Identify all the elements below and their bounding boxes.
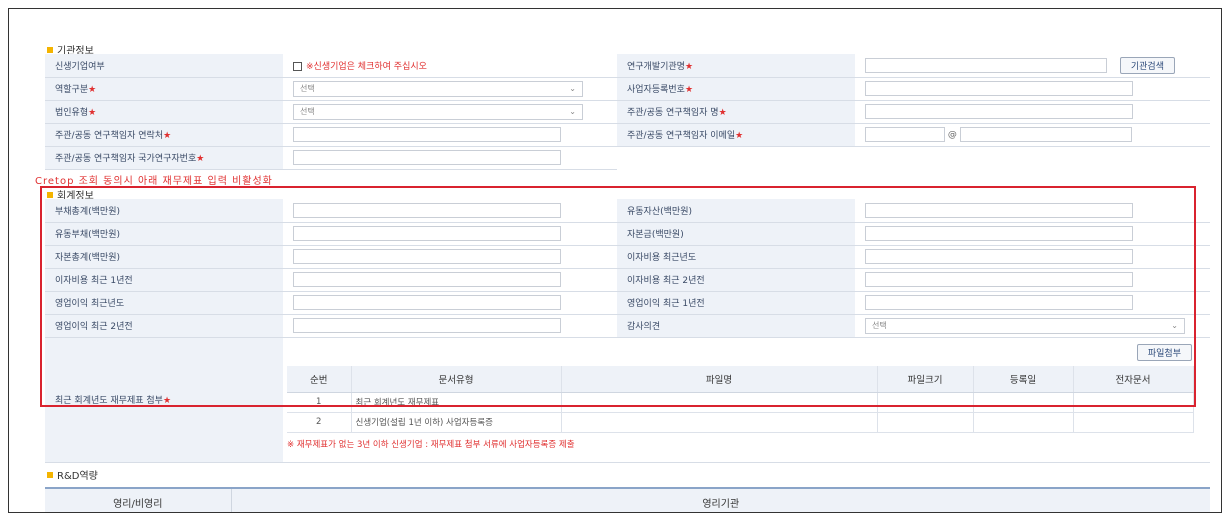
form-row: 부채총계(백만원) 유동자산(백만원) <box>45 199 1210 223</box>
row-number: 1 <box>287 392 352 413</box>
researcher-national-id-input[interactable] <box>293 150 561 165</box>
field-label: 주관/공동 연구책임자 국가연구자번호★ <box>45 146 283 170</box>
interest-1y-input[interactable] <box>293 272 561 287</box>
form-row: 주관/공동 연구책임자 연락처★ 주관/공동 연구책임자 이메일★ @ <box>45 123 1210 147</box>
rd-section-title-text: R&D역량 <box>57 471 98 482</box>
cretop-note: Cretop 조회 동의시 아래 재무제표 입력 비활성화 <box>35 176 273 187</box>
file-attach-button[interactable]: 파일첨부 <box>1136 343 1192 361</box>
section-bullet-icon <box>47 471 53 478</box>
op-income-1y-input[interactable] <box>865 295 1133 310</box>
corp-type-select[interactable]: 선택 ⌄ <box>293 103 583 120</box>
column-header: 영리/비영리 <box>45 487 232 512</box>
field-label: 자본총계(백만원) <box>45 245 283 269</box>
chevron-down-icon: ⌄ <box>569 107 576 116</box>
field-label: 유동자산(백만원) <box>617 199 855 223</box>
attachment-row: 최근 회계년도 재무제표 첨부★ 파일첨부 순번 문서유형 파일명 파일크기 등… <box>45 337 1210 463</box>
form-row: 이자비용 최근 1년전 이자비용 최근 2년전 <box>45 268 1210 292</box>
field-label: 이자비용 최근 2년전 <box>617 268 855 292</box>
email-id-input[interactable] <box>865 127 945 142</box>
accounting-info-table: 부채총계(백만원) 유동자산(백만원) 유동부채(백만원) 자본금(백만원) 자… <box>45 199 1210 463</box>
column-header: 등록일 <box>973 365 1074 393</box>
field-label: 주관/공동 연구책임자 이메일★ <box>617 123 855 147</box>
form-row: 자본총계(백만원) 이자비용 최근년도 <box>45 245 1210 269</box>
field-label: 주관/공동 연구책임자 연락처★ <box>45 123 283 147</box>
form-row: 영업이익 최근 2년전 감사의견 선택 ⌄ <box>45 314 1210 338</box>
column-header: 파일크기 <box>877 365 974 393</box>
field-label: 주관/공동 연구책임자 명★ <box>617 100 855 124</box>
total-liabilities-input[interactable] <box>293 202 561 218</box>
chevron-down-icon: ⌄ <box>1171 321 1178 330</box>
rd-section-title: R&D역량 <box>47 467 98 482</box>
startup-checkbox-note: ※신생기업은 체크하여 주십시오 <box>306 61 427 72</box>
field-label: 감사의견 <box>617 314 855 338</box>
current-assets-input[interactable] <box>865 202 1133 218</box>
field-label: 신생기업여부 <box>45 54 283 78</box>
role-select[interactable]: 선택 ⌄ <box>293 80 583 97</box>
field-label: 유동부채(백만원) <box>45 222 283 246</box>
field-label: 영업이익 최근 1년전 <box>617 291 855 315</box>
field-label: 자본금(백만원) <box>617 222 855 246</box>
form-row: 유동부채(백만원) 자본금(백만원) <box>45 222 1210 246</box>
op-income-2y-input[interactable] <box>293 318 561 333</box>
attachment-note: ※ 재무제표가 없는 3년 이하 신생기업 : 재무제표 첨부 서류에 사업자등… <box>287 439 575 450</box>
institution-search-button[interactable]: 기관검색 <box>1119 56 1175 74</box>
field-label: 부채총계(백만원) <box>45 199 283 223</box>
doc-type: 신생기업(설립 1년 이하) 사업자등록증 <box>351 412 562 433</box>
researcher-phone-input[interactable] <box>293 127 561 142</box>
clipped-header-text: · · · <box>239 8 259 13</box>
field-label: 영업이익 최근년도 <box>45 291 283 315</box>
field-label: 연구개발기관명★ <box>617 54 855 78</box>
attachment-header-row: 순번 문서유형 파일명 파일크기 등록일 전자문서 <box>287 365 1194 393</box>
section-bullet-icon <box>47 191 53 198</box>
chevron-down-icon: ⌄ <box>569 84 576 93</box>
column-header: 영리기관 <box>231 487 1210 512</box>
field-label: 이자비용 최근 1년전 <box>45 268 283 292</box>
column-header: 파일명 <box>561 365 878 393</box>
interest-latest-input[interactable] <box>865 249 1133 264</box>
startup-checkbox[interactable] <box>293 61 302 71</box>
rd-table: 영리/비영리 영리기관 <box>45 487 1210 512</box>
column-header: 문서유형 <box>351 365 562 393</box>
form-row: 영업이익 최근년도 영업이익 최근 1년전 <box>45 291 1210 315</box>
column-header: 순번 <box>287 365 352 393</box>
section-bullet-icon <box>47 46 53 53</box>
total-equity-input[interactable] <box>293 249 561 264</box>
attachment-table: 순번 문서유형 파일명 파일크기 등록일 전자문서 1 최근 회계년도 재무제표 <box>287 365 1194 433</box>
agency-info-table: 신생기업여부 ※신생기업은 체크하여 주십시오 연구개발기관명★ 기관검색 역할… <box>45 54 1210 170</box>
column-header: 전자문서 <box>1073 365 1194 393</box>
startup-checkbox-cell: ※신생기업은 체크하여 주십시오 <box>283 54 617 78</box>
field-label: 사업자등록번호★ <box>617 77 855 101</box>
row-number: 2 <box>287 412 352 433</box>
institution-name-input[interactable] <box>865 57 1107 73</box>
form-row: 신생기업여부 ※신생기업은 체크하여 주십시오 연구개발기관명★ 기관검색 <box>45 54 1210 78</box>
field-label: 최근 회계년도 재무제표 첨부★ <box>45 337 283 463</box>
audit-opinion-select[interactable]: 선택 ⌄ <box>865 317 1185 334</box>
form-row: 법인유형★ 선택 ⌄ 주관/공동 연구책임자 명★ <box>45 100 1210 124</box>
rd-header-row: 영리/비영리 영리기관 <box>45 487 1210 512</box>
business-number-input[interactable] <box>865 81 1133 96</box>
form-row: 주관/공동 연구책임자 국가연구자번호★ <box>45 146 1210 170</box>
field-label: 역할구분★ <box>45 77 283 101</box>
doc-type: 최근 회계년도 재무제표 <box>351 392 562 413</box>
table-row: 2 신생기업(설립 1년 이하) 사업자등록증 <box>287 412 1194 433</box>
email-domain-input[interactable] <box>959 127 1132 142</box>
current-liabilities-input[interactable] <box>293 226 561 241</box>
interest-2y-input[interactable] <box>865 272 1133 287</box>
field-label: 법인유형★ <box>45 100 283 124</box>
email-at-sign: @ <box>947 130 957 140</box>
form-window: · · · 기관정보 신생기업여부 ※신생기업은 체크하여 주십시오 연구개발기… <box>8 8 1222 513</box>
table-row: 1 최근 회계년도 재무제표 <box>287 392 1194 413</box>
op-income-latest-input[interactable] <box>293 295 561 310</box>
researcher-name-input[interactable] <box>865 104 1133 119</box>
field-label: 이자비용 최근년도 <box>617 245 855 269</box>
capital-input[interactable] <box>865 226 1133 241</box>
field-label: 영업이익 최근 2년전 <box>45 314 283 338</box>
form-row: 역할구분★ 선택 ⌄ 사업자등록번호★ <box>45 77 1210 101</box>
